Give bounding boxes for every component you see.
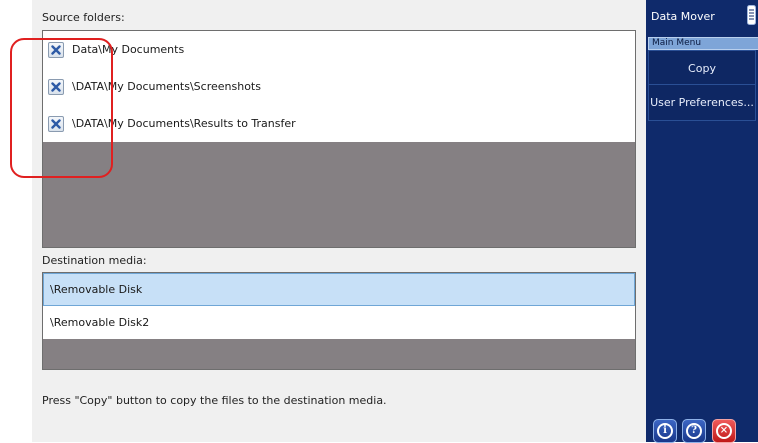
info-button[interactable]: i [653, 419, 677, 443]
list-item-selected[interactable]: \Removable Disk [43, 273, 635, 306]
checkbox-checked[interactable] [48, 115, 64, 132]
checkbox-checked[interactable] [48, 41, 64, 58]
checkbox-checked[interactable] [48, 78, 64, 95]
source-path: Data\My Documents [72, 43, 185, 56]
exit-button[interactable]: × [712, 419, 736, 443]
main-panel: Source folders: Data\My Documents \DATA\… [32, 0, 646, 442]
destination-label: \Removable Disk2 [50, 316, 150, 329]
source-folders-list[interactable]: Data\My Documents \DATA\My Documents\Scr… [42, 30, 636, 248]
source-folders-label: Source folders: [42, 11, 125, 24]
user-preferences-button[interactable]: User Preferences... [648, 84, 756, 121]
app-title: Data Mover [651, 10, 715, 23]
info-icon: i [657, 423, 673, 439]
grip-handle-icon[interactable] [747, 5, 756, 25]
close-icon: × [716, 423, 732, 439]
instruction-text: Press "Copy" button to copy the files to… [42, 394, 387, 407]
source-path: \DATA\My Documents\Results to Transfer [72, 117, 296, 130]
sidebar: Data Mover Main Menu Copy User Preferenc… [646, 0, 758, 443]
source-path: \DATA\My Documents\Screenshots [72, 80, 261, 93]
check-x-icon [51, 81, 61, 92]
copy-button[interactable]: Copy [648, 50, 756, 87]
destination-label: \Removable Disk [50, 283, 143, 296]
check-x-icon [51, 44, 61, 55]
check-x-icon [51, 118, 61, 129]
list-item[interactable]: \DATA\My Documents\Results to Transfer [43, 105, 635, 142]
help-button[interactable]: ? [682, 419, 706, 443]
list-item[interactable]: \Removable Disk2 [43, 306, 635, 339]
list-item[interactable]: Data\My Documents [43, 31, 635, 68]
list-item[interactable]: \DATA\My Documents\Screenshots [43, 68, 635, 105]
destination-media-list[interactable]: \Removable Disk \Removable Disk2 [42, 272, 636, 370]
destination-media-label: Destination media: [42, 254, 147, 267]
help-icon: ? [686, 423, 702, 439]
menu-header: Main Menu [648, 37, 758, 50]
